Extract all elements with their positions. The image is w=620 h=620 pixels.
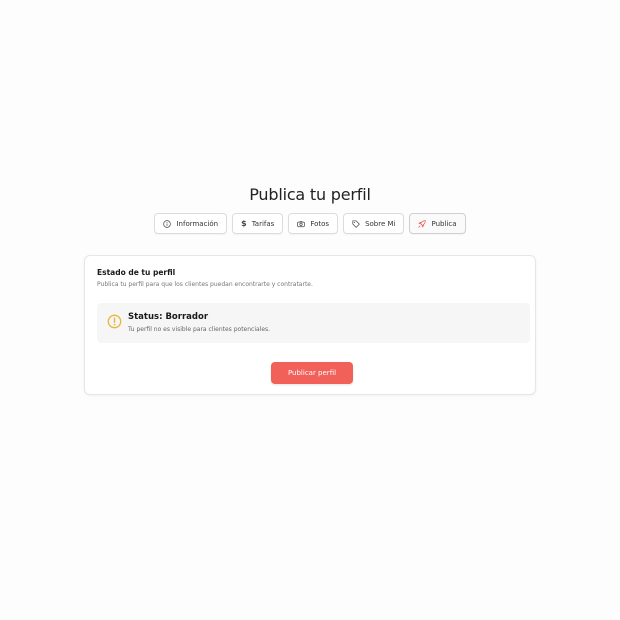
info-icon — [163, 219, 172, 228]
card-subtitle: Publica tu perfil para que los clientes … — [97, 281, 313, 288]
dollar-icon: $ — [241, 218, 247, 228]
status-description: Tu perfil no es visible para clientes po… — [128, 326, 271, 333]
tab-label: Fotos — [310, 219, 330, 228]
profile-status-card: Estado de tu perfil Publica tu perfil pa… — [84, 255, 536, 395]
rocket-icon — [418, 219, 427, 228]
page-title: Publica tu perfil — [249, 185, 371, 204]
tab-label: Publica — [431, 219, 457, 228]
tab-publica[interactable]: Publica — [409, 213, 466, 234]
tag-icon — [352, 219, 360, 228]
tab-tarifas[interactable]: $ Tarifas — [232, 213, 284, 234]
tab-informacion[interactable]: Información — [154, 213, 228, 234]
card-title: Estado de tu perfil — [97, 268, 176, 277]
status-box: Status: Borrador Tu perfil no es visible… — [97, 303, 530, 343]
tab-label: Sobre Mi — [365, 219, 396, 228]
status-title: Status: Borrador — [128, 312, 209, 322]
tab-sobre-mi[interactable]: Sobre Mi — [343, 213, 405, 234]
step-tabs: Información $ Tarifas Fotos Sobre Mi Pub… — [0, 213, 620, 234]
warning-circle-icon — [107, 314, 122, 329]
page: Publica tu perfil Información $ Tarifas … — [0, 0, 620, 620]
camera-icon — [297, 220, 306, 227]
tab-label: Información — [176, 219, 219, 228]
tab-fotos[interactable]: Fotos — [288, 213, 339, 234]
publish-profile-button[interactable]: Publicar perfil — [271, 362, 353, 384]
tab-label: Tarifas — [251, 219, 275, 228]
